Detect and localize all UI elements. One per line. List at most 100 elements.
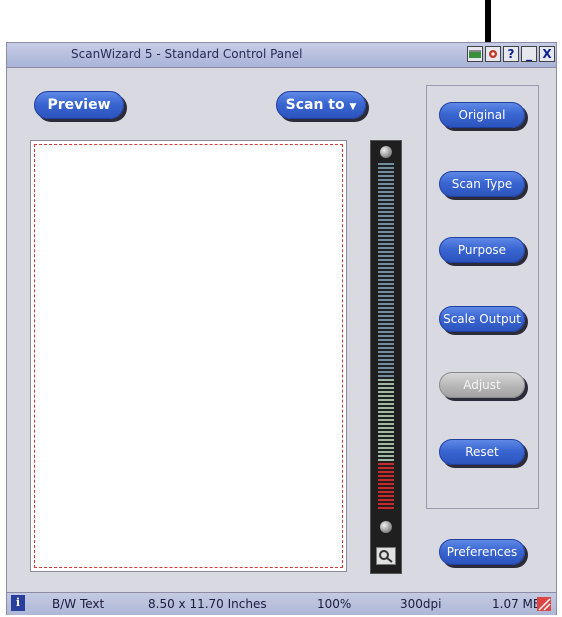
- scan-type-button[interactable]: Scan Type: [439, 171, 525, 197]
- zoom-slider-segment: [378, 403, 394, 405]
- magnifier-icon[interactable]: [376, 547, 396, 565]
- zoom-slider-segment: [378, 227, 394, 229]
- zoom-slider-segment: [378, 451, 394, 453]
- zoom-slider-segment: [378, 167, 394, 169]
- zoom-slider-segment: [378, 219, 394, 221]
- zoom-slider-segment: [378, 343, 394, 345]
- zoom-slider-segment: [378, 271, 394, 273]
- minimize-button[interactable]: _: [521, 46, 537, 62]
- zoom-slider-segment: [378, 171, 394, 173]
- zoom-slider-segment: [378, 195, 394, 197]
- zoom-slider-segment: [378, 179, 394, 181]
- zoom-slider-segment: [378, 355, 394, 357]
- zoom-slider-segment: [378, 259, 394, 261]
- zoom-slider-segment: [378, 443, 394, 445]
- preferences-button[interactable]: Preferences: [439, 539, 525, 565]
- zoom-slider-segment: [378, 247, 394, 249]
- reset-button[interactable]: Reset: [439, 439, 525, 465]
- zoom-slider-segment: [378, 375, 394, 377]
- zoom-slider-segment: [378, 467, 394, 469]
- zoom-slider-segment: [378, 239, 394, 241]
- adjust-button[interactable]: Adjust: [439, 372, 525, 398]
- zoom-slider-segment: [378, 223, 394, 225]
- zoom-slider-segment: [378, 491, 394, 493]
- zoom-slider-segment: [378, 415, 394, 417]
- zoom-slider-segment: [378, 275, 394, 277]
- zoom-slider-segment: [378, 371, 394, 373]
- resize-grip-icon[interactable]: [537, 597, 551, 611]
- zoom-slider-segment: [378, 495, 394, 497]
- zoom-slider-segment: [378, 187, 394, 189]
- window-title: ScanWizard 5 - Standard Control Panel: [71, 47, 303, 61]
- zoom-slider-segment: [378, 283, 394, 285]
- zoom-slider-segment: [378, 235, 394, 237]
- zoom-slider-segment: [378, 399, 394, 401]
- status-resolution: 300dpi: [400, 597, 442, 611]
- zoom-slider-segment: [378, 191, 394, 193]
- zoom-slider-segment: [378, 431, 394, 433]
- zoom-slider-segment: [378, 411, 394, 413]
- zoom-slider-segment: [378, 379, 394, 381]
- zoom-slider-segment: [378, 471, 394, 473]
- zoom-slider-segment: [378, 175, 394, 177]
- original-button[interactable]: Original: [439, 102, 525, 128]
- zoom-slider-segment: [378, 307, 394, 309]
- zoom-slider-segment: [378, 499, 394, 501]
- zoom-slider-segment: [378, 323, 394, 325]
- zoom-slider-segment: [378, 183, 394, 185]
- zoom-slider-segment: [378, 347, 394, 349]
- zoom-slider-segment: [378, 459, 394, 461]
- zoom-slider-segment: [378, 243, 394, 245]
- zoom-slider-segment: [378, 319, 394, 321]
- zoom-slider-segment: [378, 231, 394, 233]
- status-scan-type: B/W Text: [52, 597, 105, 611]
- zoom-slider-segment: [378, 423, 394, 425]
- zoom-slider-segment: [378, 383, 394, 385]
- zoom-slider-segment: [378, 287, 394, 289]
- zoom-slider-segment: [378, 395, 394, 397]
- zoom-slider-segment: [378, 455, 394, 457]
- zoom-slider-segment: [378, 387, 394, 389]
- zoom-slider-segment: [378, 263, 394, 265]
- zoom-slider-segment: [378, 267, 394, 269]
- zoom-slider-segment: [378, 279, 394, 281]
- zoom-slider-segment: [378, 391, 394, 393]
- zoom-slider-segment: [378, 507, 394, 509]
- purpose-button[interactable]: Purpose: [439, 237, 525, 263]
- settings-icon[interactable]: [485, 46, 501, 62]
- zoom-slider-segment: [378, 407, 394, 409]
- status-bar: i B/W Text 8.50 x 11.70 Inches 100% 300d…: [7, 592, 556, 615]
- zoom-slider-segment: [378, 487, 394, 489]
- zoom-slider-segment: [378, 311, 394, 313]
- preview-area[interactable]: [30, 140, 347, 572]
- help-button[interactable]: ?: [503, 46, 519, 62]
- close-button[interactable]: X: [539, 46, 555, 62]
- zoom-slider-segment: [378, 303, 394, 305]
- zoom-slider-segment: [378, 351, 394, 353]
- zoom-slider-segment: [378, 315, 394, 317]
- zoom-slider-segment: [378, 359, 394, 361]
- scanwizard-window: ScanWizard 5 - Standard Control Panel ? …: [6, 42, 557, 615]
- scan-to-button[interactable]: Scan to ▼: [276, 91, 366, 119]
- zoom-slider-segment: [378, 483, 394, 485]
- scanner-icon[interactable]: [467, 46, 483, 62]
- zoom-slider-segment: [378, 255, 394, 257]
- zoom-slider-segment: [378, 327, 394, 329]
- zoom-slider-segment: [378, 163, 394, 165]
- zoom-slider-top-knob[interactable]: [380, 146, 392, 158]
- zoom-slider-segment: [378, 475, 394, 477]
- zoom-slider-segment: [378, 367, 394, 369]
- zoom-slider-handle[interactable]: [380, 521, 392, 533]
- scan-selection-frame[interactable]: [34, 144, 343, 568]
- zoom-slider-segment: [378, 291, 394, 293]
- zoom-slider-segment: [378, 339, 394, 341]
- scale-output-button[interactable]: Scale Output: [439, 306, 525, 332]
- status-document-size: 8.50 x 11.70 Inches: [148, 597, 267, 611]
- preview-button[interactable]: Preview: [34, 91, 124, 119]
- info-icon[interactable]: i: [11, 595, 25, 611]
- status-file-size: 1.07 MB: [492, 597, 542, 611]
- zoom-slider-segment: [378, 211, 394, 213]
- zoom-slider-segment: [378, 331, 394, 333]
- zoom-slider[interactable]: [370, 140, 402, 574]
- zoom-slider-segment: [378, 335, 394, 337]
